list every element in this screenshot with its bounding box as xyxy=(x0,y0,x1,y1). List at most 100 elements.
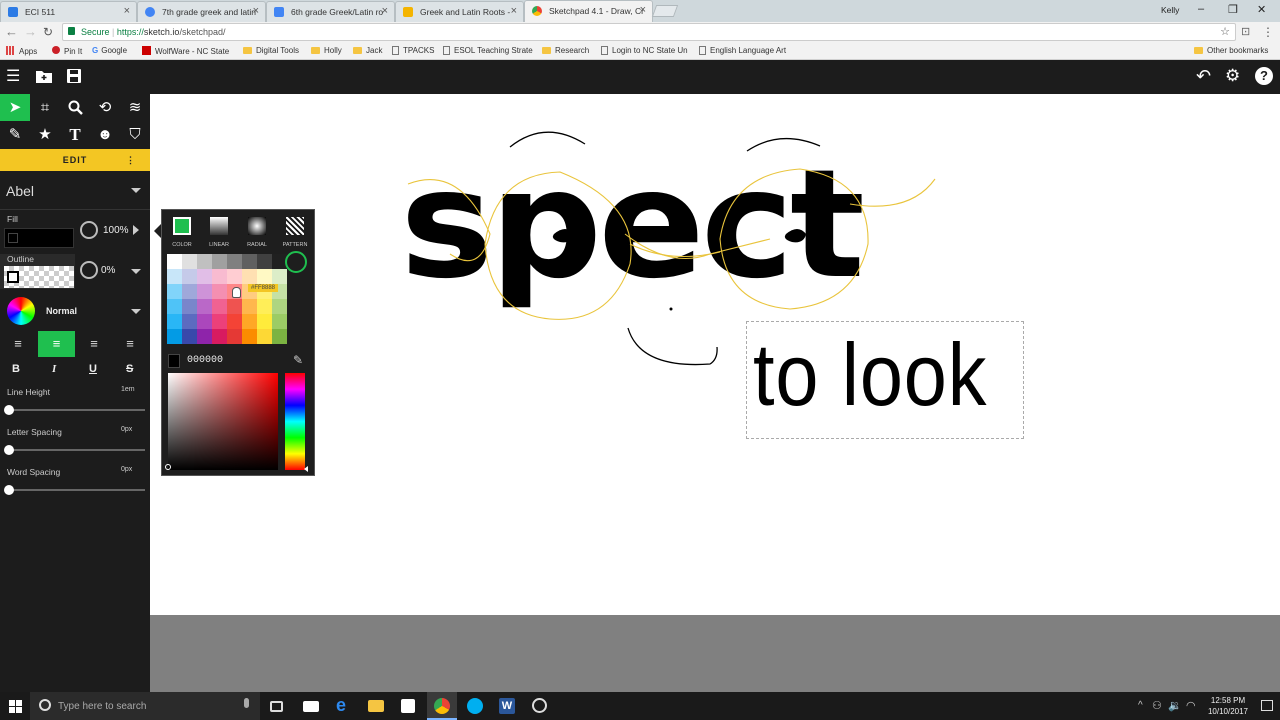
hue-slider[interactable] xyxy=(285,373,305,470)
underline-icon[interactable]: U xyxy=(89,363,97,375)
color-swatch[interactable] xyxy=(167,269,182,284)
browser-tab-2[interactable]: 7th grade greek and latin × xyxy=(137,1,266,22)
color-swatch[interactable] xyxy=(182,254,197,269)
color-swatch[interactable] xyxy=(167,284,182,299)
url-field[interactable]: Secure | https://sketch.io/sketchpad/ ☆ xyxy=(62,23,1236,41)
reload-icon[interactable]: ↻ xyxy=(43,23,53,41)
bold-icon[interactable]: B xyxy=(12,363,20,375)
bookmark-pin-it[interactable]: Pin It xyxy=(52,46,82,56)
justify-icon[interactable]: ≡ xyxy=(116,331,144,357)
radial-gradient-icon[interactable] xyxy=(248,217,266,235)
open-folder-icon[interactable] xyxy=(35,68,53,89)
browser-tab-5-active[interactable]: Sketchpad 4.1 - Draw, Cr × xyxy=(524,0,653,22)
word-spacing-slider[interactable] xyxy=(9,489,145,491)
color-swatch[interactable] xyxy=(167,254,182,269)
window-close-icon[interactable]: ✕ xyxy=(1257,3,1266,16)
browser-tab-4[interactable]: Greek and Latin Roots - × xyxy=(395,1,524,22)
color-swatch[interactable] xyxy=(212,254,227,269)
letter-spacing-slider[interactable] xyxy=(9,449,145,451)
history-tool-icon[interactable]: ⟲ xyxy=(90,94,120,121)
linear-gradient-icon[interactable] xyxy=(210,217,228,235)
close-tab-icon[interactable]: × xyxy=(124,5,130,17)
solid-color-icon[interactable] xyxy=(173,217,191,235)
color-swatch[interactable] xyxy=(197,314,212,329)
forward-icon[interactable]: → xyxy=(24,23,37,41)
close-tab-icon[interactable]: × xyxy=(253,5,259,17)
volume-icon[interactable]: 🔉 xyxy=(1168,699,1182,712)
color-swatch[interactable] xyxy=(242,254,257,269)
close-tab-icon[interactable]: × xyxy=(382,5,388,17)
action-center-icon[interactable] xyxy=(1261,700,1273,711)
undo-icon[interactable]: ↶ xyxy=(1196,67,1211,85)
color-swatch[interactable] xyxy=(167,314,182,329)
saturation-brightness-picker[interactable] xyxy=(165,373,278,470)
word-spacing-value[interactable]: 0px xyxy=(121,466,132,473)
hex-value[interactable]: 000000 xyxy=(187,355,223,366)
color-swatch[interactable] xyxy=(272,299,287,314)
skype-icon[interactable] xyxy=(467,698,483,714)
strikethrough-icon[interactable]: S xyxy=(126,363,133,375)
color-swatch[interactable] xyxy=(197,329,212,344)
hue-handle-icon[interactable] xyxy=(304,466,308,472)
help-icon[interactable]: ? xyxy=(1255,67,1273,85)
color-swatch[interactable] xyxy=(197,254,212,269)
mail-icon[interactable] xyxy=(303,701,319,712)
color-swatch[interactable] xyxy=(182,269,197,284)
profile-name[interactable]: Kelly xyxy=(1161,5,1179,15)
clipart-tool-icon[interactable]: ☻ xyxy=(90,121,120,148)
align-center-icon[interactable]: ≡ xyxy=(38,331,75,357)
hamburger-menu-icon[interactable]: ☰ xyxy=(6,68,20,86)
color-wheel-icon[interactable] xyxy=(7,297,35,325)
bookmark-tpacks[interactable]: TPACKS xyxy=(392,46,434,55)
color-swatch[interactable] xyxy=(257,329,272,344)
color-swatch[interactable] xyxy=(227,329,242,344)
pencil-tool-icon[interactable]: ✎ xyxy=(0,121,30,148)
show-hidden-icons[interactable]: ^ xyxy=(1138,700,1143,711)
outline-opacity-value[interactable]: 0% xyxy=(101,265,115,276)
bookmark-digital-tools[interactable]: Digital Tools xyxy=(243,46,299,55)
chevron-down-icon[interactable] xyxy=(131,309,141,314)
new-tab-button[interactable] xyxy=(651,5,679,17)
crop-tool-icon[interactable]: ⌗ xyxy=(30,94,60,121)
edge-browser-icon[interactable]: e xyxy=(336,695,352,715)
minimize-icon[interactable]: – xyxy=(1198,3,1204,15)
color-swatch[interactable] xyxy=(197,284,212,299)
blend-mode-value[interactable]: Normal xyxy=(46,306,77,316)
settings-gear-icon[interactable]: ⚙ xyxy=(1225,67,1240,85)
bookmark-google[interactable]: G Google xyxy=(92,46,127,55)
close-tab-icon[interactable]: × xyxy=(511,5,517,17)
line-height-value[interactable]: 1em xyxy=(121,386,135,393)
back-icon[interactable]: ← xyxy=(5,23,18,41)
save-icon[interactable] xyxy=(66,68,82,89)
drawing-canvas[interactable]: spect to look xyxy=(150,94,1280,615)
text-tool-icon[interactable]: T xyxy=(60,121,90,148)
bookmark-star-icon[interactable]: ☆ xyxy=(1220,25,1230,38)
italic-icon[interactable]: I xyxy=(52,363,56,375)
select-tool-icon[interactable]: ➤ xyxy=(0,94,30,121)
word-icon[interactable]: W xyxy=(499,698,515,714)
color-swatch[interactable] xyxy=(257,254,272,269)
browser-tab-1[interactable]: ECI 511 × xyxy=(0,1,137,22)
store-icon[interactable] xyxy=(401,699,415,713)
chrome-menu-icon[interactable]: ⋮ xyxy=(1262,23,1274,41)
color-swatch[interactable] xyxy=(182,329,197,344)
bookmark-wolfware[interactable]: WolfWare - NC State xyxy=(142,46,229,56)
bookmark-holly[interactable]: Holly xyxy=(311,46,342,55)
color-swatch[interactable] xyxy=(167,299,182,314)
zoom-tool-icon[interactable] xyxy=(60,94,90,121)
tab-linear[interactable]: LINEAR xyxy=(201,242,237,248)
letter-spacing-value[interactable]: 0px xyxy=(121,426,132,433)
edit-options-icon[interactable]: ⋮ xyxy=(126,149,136,171)
outline-color-swatch[interactable] xyxy=(4,266,74,288)
picker-handle[interactable] xyxy=(165,464,171,470)
color-swatch[interactable] xyxy=(242,314,257,329)
selected-color-indicator[interactable] xyxy=(285,251,307,273)
color-swatch[interactable] xyxy=(272,269,287,284)
color-swatch[interactable] xyxy=(257,269,272,284)
align-left-icon[interactable]: ≡ xyxy=(4,331,32,357)
color-swatch[interactable] xyxy=(212,299,227,314)
bookmark-jack[interactable]: Jack xyxy=(353,46,382,55)
color-swatch[interactable] xyxy=(197,269,212,284)
color-swatch[interactable] xyxy=(212,329,227,344)
fill-color-swatch[interactable] xyxy=(4,228,74,248)
